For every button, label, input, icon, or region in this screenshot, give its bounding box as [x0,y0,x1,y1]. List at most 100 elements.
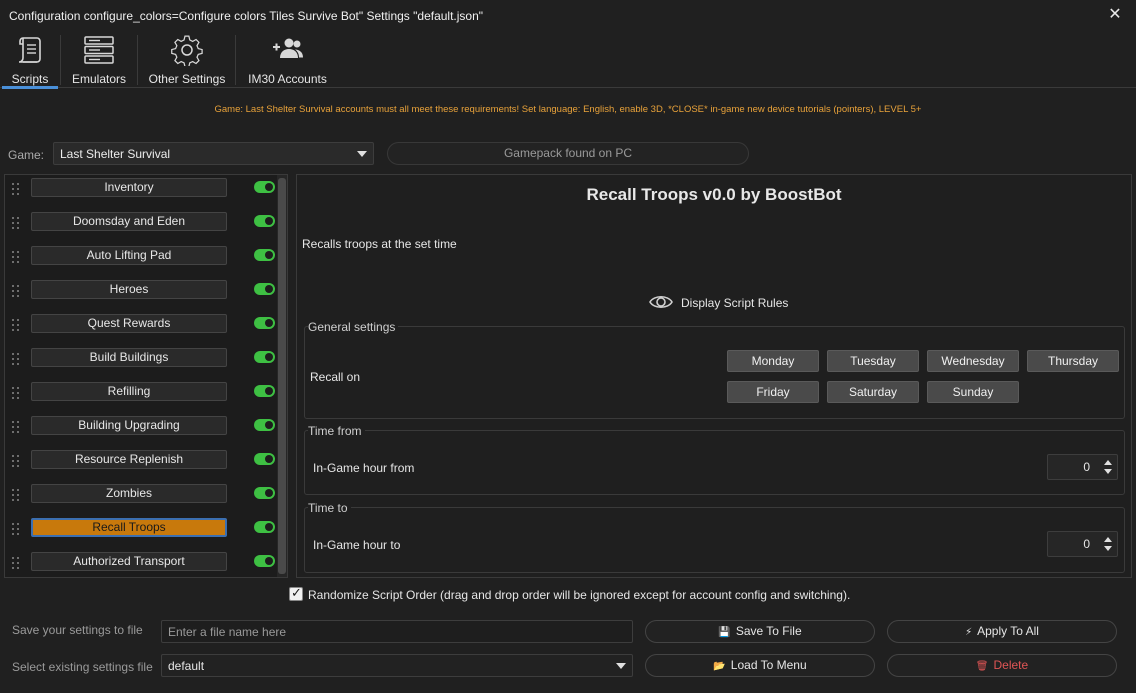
display-script-rules-button[interactable]: Display Script Rules [648,292,788,312]
list-item: Build Buildings [5,345,277,375]
drag-handle-icon[interactable] [12,353,20,367]
spin-up-icon[interactable] [1104,537,1112,542]
randomize-checkbox[interactable]: ✓ [289,585,303,601]
day-button-monday[interactable]: Monday [727,350,819,372]
delete-button[interactable]: 🗑 Delete [887,654,1117,677]
gear-icon [171,35,203,66]
apply-to-all-label: Apply To All [977,624,1039,638]
drag-handle-icon[interactable] [12,455,20,469]
folder-icon: 📂 [713,661,726,672]
script-toggle[interactable] [254,351,275,363]
hour-from-label: In-Game hour from [313,461,415,475]
script-button-doomsday-and-eden[interactable]: Doomsday and Eden [31,212,227,231]
time-from-title: Time from [308,424,365,438]
list-item: Doomsday and Eden [5,209,277,239]
settings-file-select[interactable]: default [161,654,633,677]
list-item: Inventory [5,175,277,205]
script-button-auto-lifting-pad[interactable]: Auto Lifting Pad [31,246,227,265]
tab-other-settings[interactable]: Other Settings [142,32,232,88]
game-select[interactable]: Last Shelter Survival [53,142,374,165]
script-button-recall-troops[interactable]: Recall Troops [31,518,227,537]
filename-input[interactable] [161,620,633,643]
script-button-heroes[interactable]: Heroes [31,280,227,299]
recall-on-label: Recall on [310,370,361,384]
hour-from-value: 0 [1083,460,1090,474]
game-label: Game: [8,148,45,162]
day-button-saturday[interactable]: Saturday [827,381,919,403]
game-select-value: Last Shelter Survival [60,147,171,161]
script-button-build-buildings[interactable]: Build Buildings [31,348,227,367]
script-button-inventory[interactable]: Inventory [31,178,227,197]
script-button-building-upgrading[interactable]: Building Upgrading [31,416,227,435]
time-to-title: Time to [308,501,351,515]
tab-label: Emulators [71,72,127,86]
drag-handle-icon[interactable] [12,217,20,231]
tab-emulators[interactable]: Emulators [64,32,134,88]
list-item: Recall Troops [5,515,277,545]
lightning-icon: ⚡ [965,627,973,638]
hour-to-stepper[interactable]: 0 [1047,531,1118,557]
script-toggle[interactable] [254,283,275,295]
drag-handle-icon[interactable] [12,421,20,435]
load-to-menu-button[interactable]: 📂 Load To Menu [645,654,875,677]
tab-im30-accounts[interactable]: IM30 Accounts [240,32,335,88]
scroll-icon [18,37,41,63]
drag-handle-icon[interactable] [12,387,20,401]
script-button-zombies[interactable]: Zombies [31,484,227,503]
scrollbar-thumb[interactable] [278,178,286,574]
spin-down-icon[interactable] [1104,546,1112,551]
drag-handle-icon[interactable] [12,523,20,537]
script-toggle[interactable] [254,385,275,397]
drag-handle-icon[interactable] [12,285,20,299]
script-button-authorized-transport[interactable]: Authorized Transport [31,552,227,571]
drag-handle-icon[interactable] [12,557,20,571]
delete-label: Delete [993,658,1029,672]
day-button-wednesday[interactable]: Wednesday [927,350,1019,372]
script-toggle[interactable] [254,317,275,329]
script-button-resource-replenish[interactable]: Resource Replenish [31,450,227,469]
chevron-down-icon [616,663,626,669]
script-title: Recall Troops v0.0 by BoostBot [586,185,842,204]
time-from-group [304,430,1125,495]
general-settings-title: General settings [308,320,399,334]
script-button-quest-rewards[interactable]: Quest Rewards [31,314,227,333]
drag-handle-icon[interactable] [12,183,20,197]
day-button-friday[interactable]: Friday [727,381,819,403]
day-button-tuesday[interactable]: Tuesday [827,350,919,372]
tab-label: Scripts [11,72,49,86]
script-toggle[interactable] [254,215,275,227]
script-toggle[interactable] [254,181,275,193]
script-button-refilling[interactable]: Refilling [31,382,227,401]
script-toggle[interactable] [254,555,275,567]
trash-icon: 🗑 [975,661,989,672]
select-settings-label: Select existing settings file [12,660,153,674]
drag-handle-icon[interactable] [12,319,20,333]
tab-scripts[interactable]: Scripts [2,32,58,88]
save-to-file-label: Save To File [735,624,802,638]
script-toggle[interactable] [254,419,275,431]
script-toggle[interactable] [254,249,275,261]
requirements-warning: Game: Last Shelter Survival accounts mus… [214,104,922,115]
day-button-sunday[interactable]: Sunday [927,381,1019,403]
drag-handle-icon[interactable] [12,489,20,503]
spin-down-icon[interactable] [1104,469,1112,474]
general-settings-group [304,326,1125,419]
drag-handle-icon[interactable] [12,251,20,265]
tab-label: IM30 Accounts [248,72,327,86]
save-to-file-button[interactable]: 💾 Save To File [645,620,875,643]
apply-to-all-button[interactable]: ⚡ Apply To All [887,620,1117,643]
randomize-label: Randomize Script Order (drag and drop or… [308,588,851,602]
checkmark-icon: ✓ [291,585,302,600]
tab-bar-divider [0,87,1136,88]
hour-from-stepper[interactable]: 0 [1047,454,1118,480]
list-item: Heroes [5,277,277,307]
save-icon: 💾 [718,627,731,638]
list-item: Refilling [5,379,277,409]
spin-up-icon[interactable] [1104,460,1112,465]
close-button[interactable]: ✕ [1104,5,1126,27]
script-toggle[interactable] [254,453,275,465]
day-button-thursday[interactable]: Thursday [1027,350,1119,372]
script-toggle[interactable] [254,521,275,533]
script-toggle[interactable] [254,487,275,499]
script-list: Inventory Doomsday and Eden Auto Lifting… [4,174,288,578]
